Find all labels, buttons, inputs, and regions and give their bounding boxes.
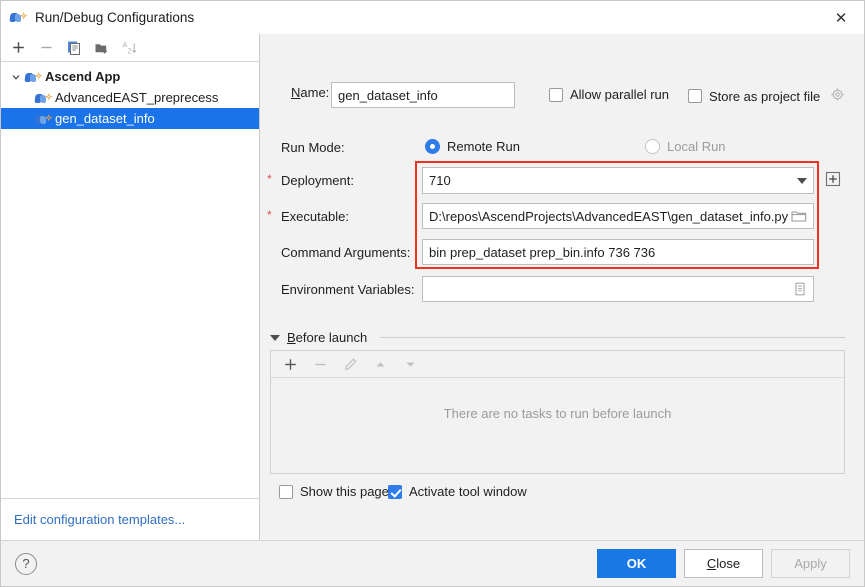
tree-item-label: gen_dataset_info	[55, 111, 155, 126]
add-task-button[interactable]	[277, 352, 303, 376]
list-edit-icon[interactable]	[793, 282, 807, 296]
configurations-tree[interactable]: ✧ Ascend App ✧ AdvancedEAST_preprecess ✧…	[1, 62, 259, 499]
executable-input-value: D:\repos\AscendProjects\AdvancedEAST\gen…	[429, 208, 789, 224]
before-launch-divider	[380, 337, 845, 338]
pencil-icon[interactable]	[337, 352, 363, 376]
before-launch-toolbar	[271, 351, 844, 378]
name-input[interactable]: gen_dataset_info	[331, 82, 515, 108]
edit-configuration-templates-link-container: Edit configuration templates...	[1, 499, 259, 540]
before-launch-tasks-panel: There are no tasks to run before launch	[270, 350, 845, 474]
configuration-settings-pane: Name: gen_dataset_info Allow parallel ru…	[260, 34, 864, 540]
close-button[interactable]: Close	[684, 549, 763, 578]
dialog-footer: ? OK Close Apply	[1, 540, 864, 586]
sidebar-item-gen-dataset-info[interactable]: ✧ gen_dataset_info	[1, 108, 259, 129]
allow-parallel-run-label: Allow parallel run	[570, 87, 669, 102]
add-deployment-button[interactable]	[825, 171, 841, 190]
sort-az-icon[interactable]: A Z	[117, 36, 143, 60]
command-arguments-input[interactable]: bin prep_dataset prep_bin.info 736 736	[422, 239, 814, 265]
help-icon[interactable]: ?	[15, 552, 37, 575]
executable-input[interactable]: D:\repos\AscendProjects\AdvancedEAST\gen…	[422, 203, 814, 229]
checkbox-box[interactable]	[279, 484, 293, 499]
remove-configuration-button[interactable]	[33, 36, 59, 60]
command-arguments-input-value: bin prep_dataset prep_bin.info 736 736	[429, 244, 656, 260]
svg-text:Z: Z	[128, 48, 133, 55]
show-this-page-label: Show this page	[300, 484, 389, 499]
before-launch-empty-message: There are no tasks to run before launch	[443, 405, 672, 421]
ascend-app-icon: ✧	[34, 112, 53, 126]
deployment-select-value: 710	[429, 173, 451, 188]
environment-variables-label: Environment Variables:	[281, 282, 415, 297]
command-arguments-label: Command Arguments:	[281, 245, 411, 260]
radio-button[interactable]	[425, 139, 440, 154]
add-configuration-button[interactable]	[5, 36, 31, 60]
apply-button[interactable]: Apply	[771, 549, 850, 578]
configurations-pane: A Z ✧ Ascend App ✧ AdvancedEAST_preprece…	[1, 34, 260, 540]
tree-item-label: AdvancedEAST_preprecess	[55, 90, 219, 105]
executable-label: Executable:	[281, 209, 349, 224]
edit-configuration-templates-link[interactable]: Edit configuration templates...	[14, 512, 185, 527]
close-icon[interactable]: ✕	[818, 1, 864, 34]
arrow-up-icon[interactable]	[367, 352, 393, 376]
triangle-down-icon[interactable]	[270, 334, 280, 341]
store-as-project-file-label: Store as project file	[709, 88, 821, 104]
configurations-toolbar: A Z	[1, 34, 259, 62]
environment-variables-input[interactable]	[422, 276, 814, 302]
run-mode-label: Run Mode:	[281, 140, 345, 155]
chevron-down-icon[interactable]	[797, 177, 807, 184]
checkbox-box[interactable]	[688, 89, 702, 103]
radio-remote-run[interactable]: Remote Run	[425, 139, 520, 154]
activate-tool-window-checkbox[interactable]: Activate tool window	[388, 484, 527, 499]
arrow-down-icon[interactable]	[397, 352, 423, 376]
dialog-body: A Z ✧ Ascend App ✧ AdvancedEAST_preprece…	[1, 34, 864, 540]
deployment-label: Deployment:	[281, 173, 354, 188]
name-label: Name:	[291, 85, 330, 100]
sidebar-item-advancedeast-preprecess[interactable]: ✧ AdvancedEAST_preprecess	[1, 87, 259, 108]
checkbox-box[interactable]	[549, 87, 563, 102]
tree-group-ascend-app[interactable]: ✧ Ascend App	[1, 66, 259, 87]
remove-task-button[interactable]	[307, 352, 333, 376]
window-title: Run/Debug Configurations	[35, 10, 195, 25]
ascend-app-icon: ✧	[24, 70, 43, 84]
deployment-select[interactable]: 710	[422, 167, 814, 194]
ascend-app-icon: ✧	[34, 91, 53, 105]
allow-parallel-run-checkbox[interactable]: Allow parallel run	[549, 87, 669, 102]
deployment-required-marker: *	[267, 172, 272, 186]
executable-required-marker: *	[267, 208, 272, 222]
folder-icon[interactable]	[791, 209, 807, 223]
show-this-page-checkbox[interactable]: Show this page	[279, 484, 389, 499]
ascend-app-icon: ✧	[9, 10, 28, 26]
radio-local-run[interactable]: Local Run	[645, 139, 726, 154]
checkbox-box[interactable]	[388, 484, 402, 499]
radio-remote-run-label: Remote Run	[447, 139, 520, 154]
run-debug-configurations-dialog: ✧ Run/Debug Configurations ✕ A Z ✧ Ascen…	[0, 0, 865, 587]
name-input-value: gen_dataset_info	[338, 87, 438, 103]
before-launch-title: Before launch	[287, 330, 368, 345]
chevron-down-icon[interactable]	[9, 70, 23, 84]
ok-button[interactable]: OK	[597, 549, 676, 578]
new-folder-button[interactable]	[89, 36, 115, 60]
radio-local-run-label: Local Run	[667, 139, 726, 154]
radio-button[interactable]	[645, 139, 660, 154]
before-launch-header[interactable]: Before launch	[270, 330, 845, 345]
activate-tool-window-label: Activate tool window	[409, 484, 527, 499]
title-bar: ✧ Run/Debug Configurations ✕	[1, 1, 864, 34]
tree-group-label: Ascend App	[45, 69, 121, 84]
store-as-project-file-checkbox[interactable]: Store as project file	[688, 87, 845, 105]
gear-icon[interactable]	[830, 87, 845, 105]
copy-configuration-button[interactable]	[61, 36, 87, 60]
